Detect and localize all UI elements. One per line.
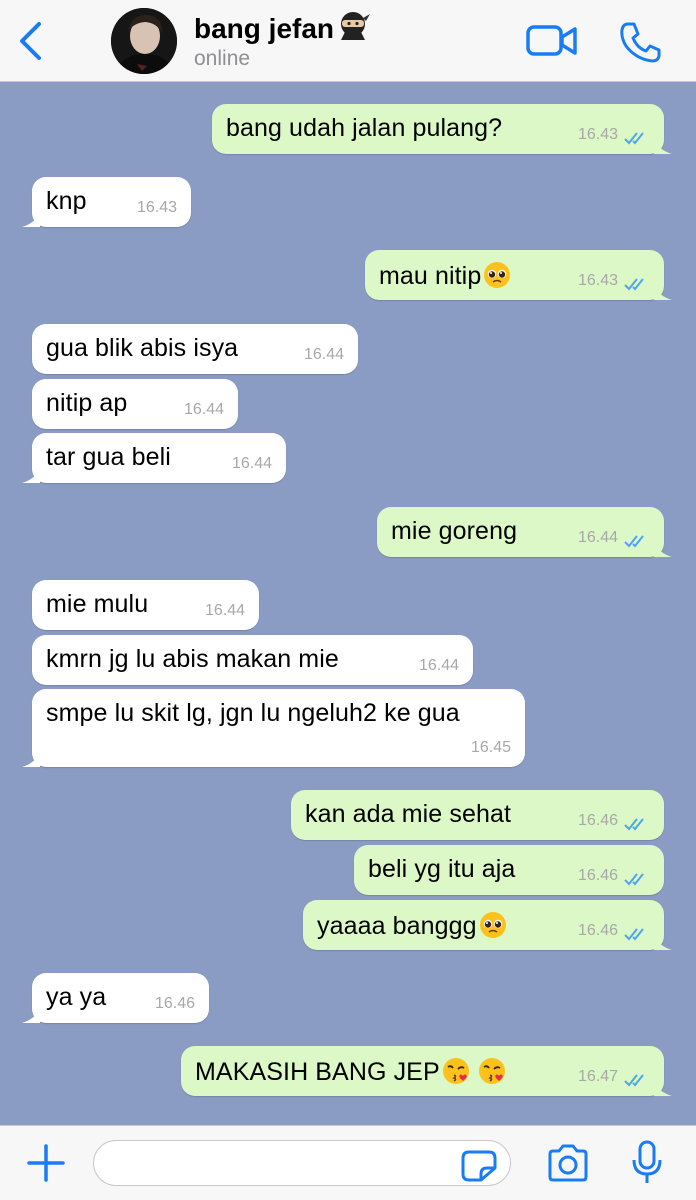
kissing-heart-emoji — [442, 1058, 469, 1084]
bubble-tail — [654, 934, 672, 950]
message-incoming[interactable]: knp 16.43 — [22, 177, 191, 227]
message-input[interactable] — [110, 1147, 450, 1181]
message-time: 16.44 — [303, 346, 344, 363]
bubble-tail — [654, 138, 672, 154]
message-time: 16.43 — [577, 126, 618, 143]
attach-button[interactable] — [26, 1143, 66, 1183]
double-check-icon — [624, 873, 644, 886]
message-text: kan ada mie sehat — [305, 800, 511, 828]
phone-icon — [620, 22, 661, 63]
message-text: knp — [46, 187, 87, 215]
pleading-face-emoji — [479, 912, 506, 938]
composer-bar — [0, 1125, 696, 1200]
message-text: MAKASIH BANG JEP — [195, 1056, 507, 1087]
camera-button[interactable] — [546, 1144, 590, 1184]
message-incoming[interactable]: kmrn jg lu abis makan mie 16.44 — [32, 635, 473, 685]
contact-status: online — [194, 47, 251, 70]
message-time: 16.46 — [577, 867, 618, 884]
contact-name[interactable]: bang jefan — [194, 10, 371, 45]
message-text: tar gua beli — [46, 443, 171, 471]
chat-header: bang jefan online — [0, 0, 696, 82]
message-outgoing[interactable]: mie goreng 16.44 — [377, 507, 672, 557]
video-call-button[interactable] — [526, 22, 578, 60]
bubble-tail — [22, 467, 40, 483]
message-time: 16.44 — [418, 657, 459, 674]
message-text-content: mau nitip — [379, 262, 482, 290]
message-outgoing[interactable]: beli yg itu aja 16.46 — [354, 845, 664, 895]
kissing-heart-emoji — [478, 1058, 505, 1084]
message-incoming[interactable]: gua blik abis isya 16.44 — [32, 324, 358, 374]
message-outgoing[interactable]: kan ada mie sehat 16.46 — [291, 790, 664, 840]
message-time: 16.44 — [577, 529, 618, 546]
message-text: mie mulu — [46, 590, 149, 618]
message-text: mau nitip — [379, 260, 512, 291]
double-check-icon — [624, 818, 644, 831]
message-time: 16.43 — [136, 199, 177, 216]
message-incoming[interactable]: ya ya 16.46 — [22, 973, 209, 1023]
message-text: yaaaa banggg — [317, 910, 508, 941]
ninja-emoji — [341, 12, 371, 40]
message-outgoing[interactable]: bang udah jalan pulang? 16.43 — [212, 104, 672, 154]
message-time: 16.43 — [577, 272, 618, 289]
message-text: bang udah jalan pulang? — [226, 114, 503, 142]
bubble-tail — [22, 1007, 40, 1023]
message-time: 16.47 — [577, 1068, 618, 1085]
double-check-icon — [624, 278, 644, 291]
message-outgoing[interactable]: mau nitip 16.43 — [365, 250, 672, 300]
bubble-tail — [22, 211, 40, 227]
message-outgoing[interactable]: MAKASIH BANG JEP 16.47 — [181, 1046, 672, 1096]
message-time: 16.44 — [204, 602, 245, 619]
message-time: 16.46 — [577, 922, 618, 939]
message-text: ya ya — [46, 983, 107, 1011]
message-time: 16.44 — [231, 455, 272, 472]
microphone-button[interactable] — [630, 1140, 664, 1186]
camera-icon — [548, 1144, 588, 1182]
message-text: beli yg itu aja — [368, 855, 516, 883]
message-text-content: yaaaa banggg — [317, 912, 477, 940]
message-text: mie goreng — [391, 517, 518, 545]
sticker-icon — [461, 1150, 497, 1182]
microphone-icon — [632, 1140, 662, 1183]
double-check-icon — [624, 132, 644, 145]
message-incoming[interactable]: mie mulu 16.44 — [32, 580, 259, 630]
contact-name-text: bang jefan — [194, 13, 335, 44]
message-incoming[interactable]: smpe lu skit lg, jgn lu ngeluh2 ke gua 1… — [22, 689, 525, 767]
message-text: gua blik abis isya — [46, 334, 239, 362]
message-input-box[interactable] — [93, 1140, 511, 1186]
message-time: 16.46 — [154, 995, 195, 1012]
video-camera-icon — [526, 25, 577, 56]
double-check-icon — [624, 928, 644, 941]
plus-icon — [27, 1144, 65, 1182]
message-text: smpe lu skit lg, jgn lu ngeluh2 ke gua — [46, 699, 460, 727]
message-text: nitip ap — [46, 389, 128, 417]
bubble-tail — [654, 541, 672, 557]
message-outgoing[interactable]: yaaaa banggg 16.46 — [303, 900, 672, 950]
message-list[interactable]: bang udah jalan pulang? 16.43 knp 16.43 … — [0, 82, 696, 1125]
voice-call-button[interactable] — [618, 20, 662, 64]
bubble-tail — [654, 1080, 672, 1096]
chevron-left-icon — [20, 22, 41, 60]
bubble-tail — [22, 751, 40, 767]
message-time: 16.46 — [577, 812, 618, 829]
pleading-face-emoji — [484, 262, 511, 288]
bubble-tail — [654, 284, 672, 300]
message-time: 16.44 — [183, 401, 224, 418]
profile-photo — [111, 8, 177, 74]
avatar[interactable] — [111, 8, 177, 74]
message-text-content: MAKASIH BANG JEP — [195, 1058, 440, 1086]
double-check-icon — [624, 1074, 644, 1087]
double-check-icon — [624, 535, 644, 548]
sticker-button[interactable] — [461, 1150, 497, 1182]
message-incoming[interactable]: tar gua beli 16.44 — [22, 433, 286, 483]
message-incoming[interactable]: nitip ap 16.44 — [32, 379, 238, 429]
back-button[interactable] — [10, 18, 50, 64]
message-time: 16.45 — [470, 739, 511, 756]
message-text: kmrn jg lu abis makan mie — [46, 645, 339, 673]
